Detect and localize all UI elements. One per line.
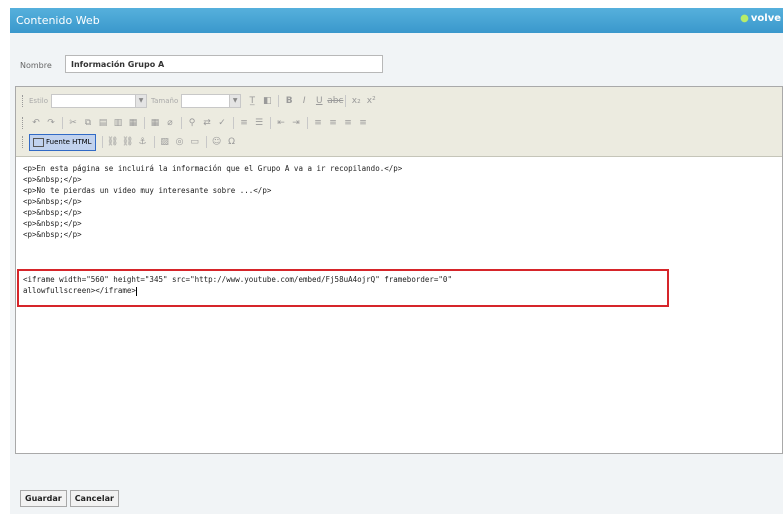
source-line: <p>&nbsp;</p>: [23, 208, 82, 217]
toolbar-separator: [153, 136, 155, 148]
bulleted-list-icon[interactable]: ☰: [252, 116, 266, 130]
rich-text-editor: Estilo ▼ Tamaño ▼ T̲ ◧ B I U abc x₂ x² ↶…: [15, 86, 783, 454]
name-input[interactable]: [65, 55, 383, 73]
toolbar-separator: [233, 117, 234, 129]
bullet-icon: ●: [740, 13, 749, 24]
italic-icon[interactable]: I: [297, 94, 311, 108]
name-label: Nombre: [20, 61, 52, 70]
window-title: Contenido Web: [16, 14, 100, 27]
indent-icon[interactable]: ⇥: [289, 116, 303, 130]
toolbar-separator: [62, 117, 63, 129]
chevron-down-icon: ▼: [229, 95, 241, 107]
table-icon[interactable]: ▦: [148, 116, 162, 130]
cancel-button[interactable]: Cancelar: [69, 490, 119, 507]
toolbar-grip: [22, 136, 26, 148]
numbered-list-icon[interactable]: ≡: [237, 116, 251, 130]
undo-icon[interactable]: ↶: [29, 116, 43, 130]
outdent-icon[interactable]: ⇤: [274, 116, 288, 130]
toolbar-separator: [205, 136, 207, 148]
source-line: <p>&nbsp;</p>: [23, 219, 82, 228]
align-left-icon[interactable]: ≡: [311, 116, 325, 130]
unlink-icon[interactable]: ⛓: [121, 135, 135, 149]
paste-icon[interactable]: ▤: [96, 116, 110, 130]
cut-icon[interactable]: ✂: [66, 116, 80, 130]
link-icon[interactable]: ⛓: [106, 135, 120, 149]
iframe-line-2-wrap: allowfullscreen></iframe>: [23, 285, 663, 296]
size-select[interactable]: ▼: [181, 94, 242, 108]
background-color-icon[interactable]: ◧: [260, 94, 274, 108]
redo-icon[interactable]: ↷: [44, 116, 58, 130]
remove-format-icon[interactable]: ⌀: [163, 116, 177, 130]
smiley-icon[interactable]: ☺: [210, 135, 224, 149]
editor-toolbar: Estilo ▼ Tamaño ▼ T̲ ◧ B I U abc x₂ x² ↶…: [16, 87, 782, 157]
style-label: Estilo: [29, 97, 48, 105]
toolbar-separator: [101, 136, 103, 148]
source-line: <p>&nbsp;</p>: [23, 197, 82, 206]
replace-icon[interactable]: ⇄: [200, 116, 214, 130]
paste-text-icon[interactable]: ▥: [111, 116, 125, 130]
special-char-icon[interactable]: Ω: [225, 135, 239, 149]
strikethrough-icon[interactable]: abc: [327, 94, 343, 108]
toolbar-row-2: ↶ ↷ ✂ ⧉ ▤ ▥ ▦ ▦ ⌀ ⚲ ⇄ ✓ ≡ ☰ ⇤ ⇥ ≡ ≡ ≡ ≡: [22, 115, 371, 131]
align-right-icon[interactable]: ≡: [341, 116, 355, 130]
subscript-icon[interactable]: x₂: [349, 94, 363, 108]
size-label: Tamaño: [151, 97, 179, 105]
image-icon[interactable]: ▨: [158, 135, 172, 149]
toolbar-grip: [22, 117, 26, 129]
find-icon[interactable]: ⚲: [185, 116, 199, 130]
underline-icon[interactable]: U: [312, 94, 326, 108]
style-select[interactable]: ▼: [51, 94, 147, 108]
toolbar-separator: [278, 95, 280, 107]
toolbar-grip: [22, 95, 26, 107]
back-link[interactable]: ● volve: [740, 13, 781, 24]
save-button[interactable]: Guardar: [20, 490, 67, 507]
toolbar-separator: [181, 117, 182, 129]
spellcheck-icon[interactable]: ✓: [215, 116, 229, 130]
toolbar-separator: [270, 117, 271, 129]
horizontal-rule-icon[interactable]: ▭: [188, 135, 202, 149]
superscript-icon[interactable]: x²: [364, 94, 378, 108]
copy-icon[interactable]: ⧉: [81, 116, 95, 130]
justify-icon[interactable]: ≡: [356, 116, 370, 130]
bold-icon[interactable]: B: [282, 94, 296, 108]
toolbar-separator: [144, 117, 145, 129]
flash-icon[interactable]: ◎: [173, 135, 187, 149]
source-line: <p>&nbsp;</p>: [23, 230, 82, 239]
highlighted-iframe-code: <iframe width="560" height="345" src="ht…: [17, 269, 669, 307]
align-center-icon[interactable]: ≡: [326, 116, 340, 130]
iframe-line-1: <iframe width="560" height="345" src="ht…: [23, 275, 452, 284]
iframe-line-2: allowfullscreen></iframe>: [23, 286, 136, 295]
source-line: <p>&nbsp;</p>: [23, 175, 82, 184]
back-label: volve: [750, 13, 781, 24]
toolbar-separator: [345, 95, 347, 107]
form-actions: Guardar Cancelar: [20, 490, 122, 507]
paste-word-icon[interactable]: ▦: [126, 116, 140, 130]
window-header: Contenido Web ● volve: [10, 8, 783, 33]
anchor-icon[interactable]: ⚓: [136, 135, 150, 149]
source-line: <p>No te pierdas un video muy interesant…: [23, 186, 272, 195]
source-line: <p>En esta página se incluirá la informa…: [23, 164, 403, 173]
source-html-button[interactable]: Fuente HTML: [29, 133, 96, 151]
chevron-down-icon: ▼: [135, 95, 146, 107]
toolbar-separator: [307, 117, 308, 129]
toolbar-row-3: Fuente HTML ⛓ ⛓ ⚓ ▨ ◎ ▭ ☺ Ω: [22, 133, 240, 151]
source-html-label: Fuente HTML: [46, 137, 92, 146]
source-icon: [33, 137, 44, 147]
text-caret: [135, 286, 137, 296]
toolbar-row-1: Estilo ▼ Tamaño ▼ T̲ ◧ B I U abc x₂ x²: [22, 93, 379, 109]
text-color-icon[interactable]: T̲: [245, 94, 259, 108]
